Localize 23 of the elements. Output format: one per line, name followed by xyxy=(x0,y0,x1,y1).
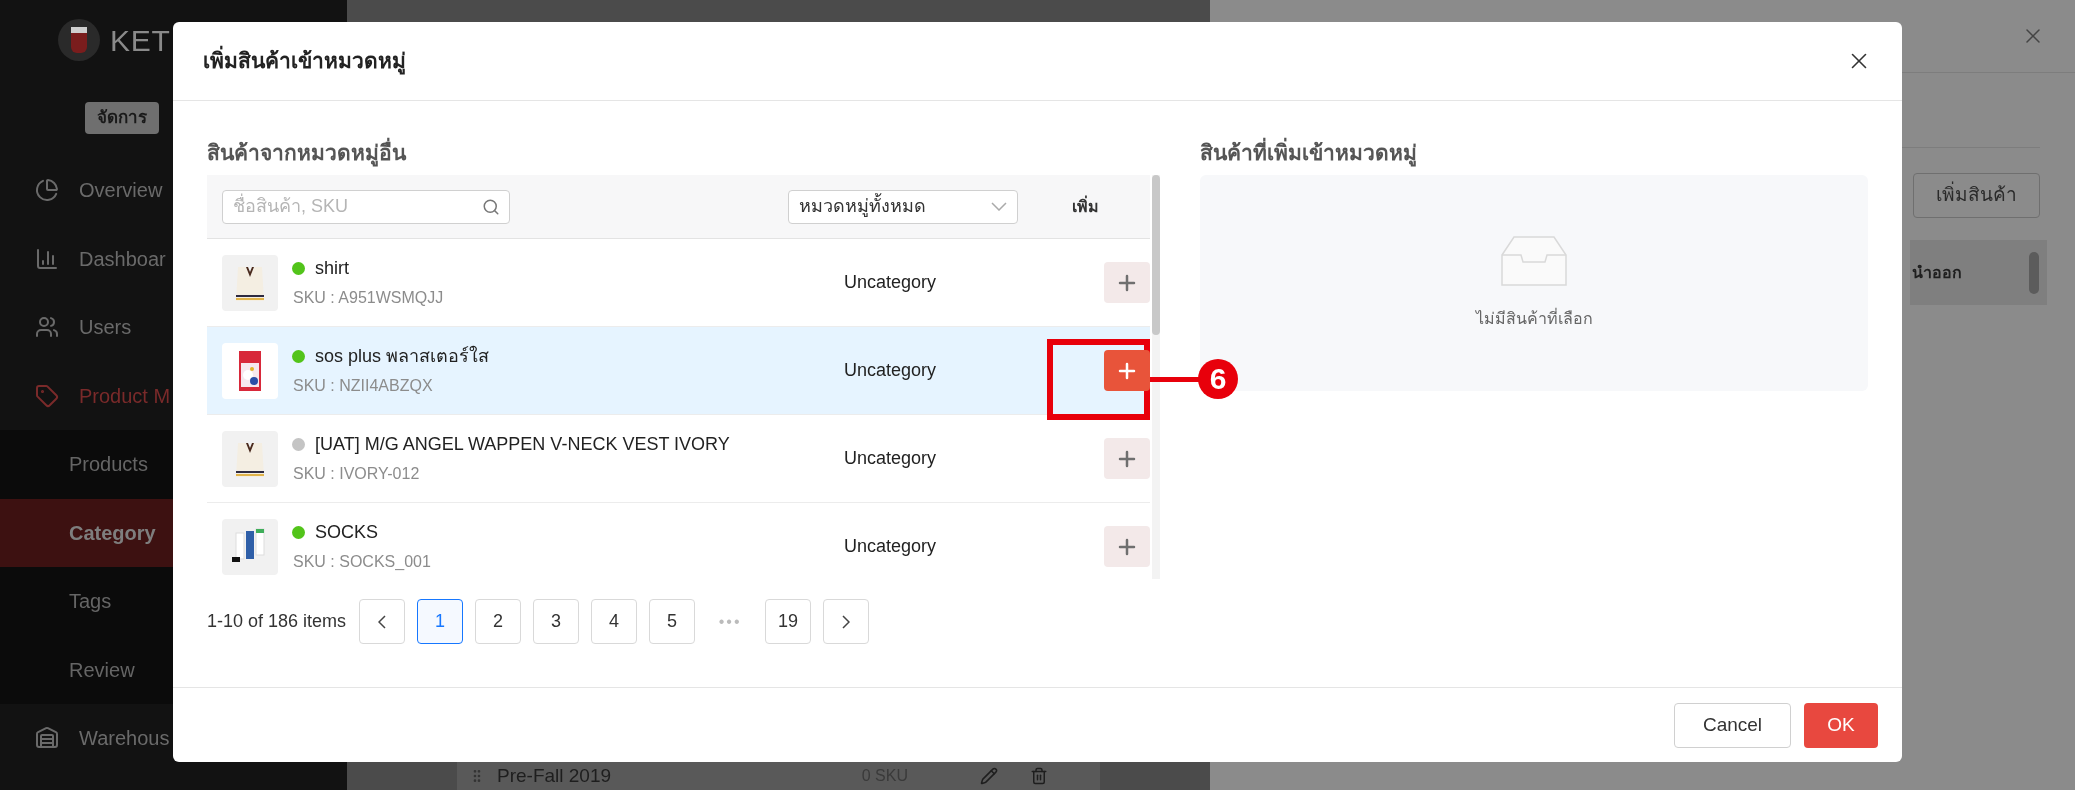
product-sku: SKU : NZII4ABZQX xyxy=(292,376,434,396)
table-header: นำออก xyxy=(1910,240,2047,305)
product-name: SOCKS xyxy=(315,521,379,544)
product-name: shirt xyxy=(315,257,349,280)
category-name: Pre-Fall 2019 xyxy=(497,763,612,788)
product-sku: SKU : IVORY-012 xyxy=(292,464,421,484)
product-category: Uncategory xyxy=(844,359,938,382)
section-title: สินค้าที่เพิ่มเข้าหมวดหมู่ xyxy=(1200,139,1868,167)
product-sku: SKU : A951WSMQJJ xyxy=(292,288,445,308)
product-category: Uncategory xyxy=(844,271,938,294)
product-category: Uncategory xyxy=(844,447,938,470)
logo-text: KET xyxy=(110,22,171,59)
modal-title: เพิ่มสินค้าเข้าหมวดหมู่ xyxy=(203,45,406,77)
section-title: สินค้าจากหมวดหมู่อื่น xyxy=(207,139,1160,167)
pagination-summary: 1-10 of 186 items xyxy=(207,610,347,633)
product-category: Uncategory xyxy=(844,535,938,558)
column-header: เพิ่ม xyxy=(1071,194,1100,217)
product-name: [UAT] M/G ANGEL WAPPEN V-NECK VEST IVORY xyxy=(315,433,730,456)
step-number: 6 xyxy=(1198,359,1238,399)
pagination-ellipsis: ••• xyxy=(717,611,743,632)
product-sku: SKU : SOCKS_001 xyxy=(292,552,432,572)
empty-text: ไม่มีสินค้าที่เลือก xyxy=(1475,307,1593,329)
product-name: sos plus พลาสเตอร์ใส xyxy=(315,344,490,368)
